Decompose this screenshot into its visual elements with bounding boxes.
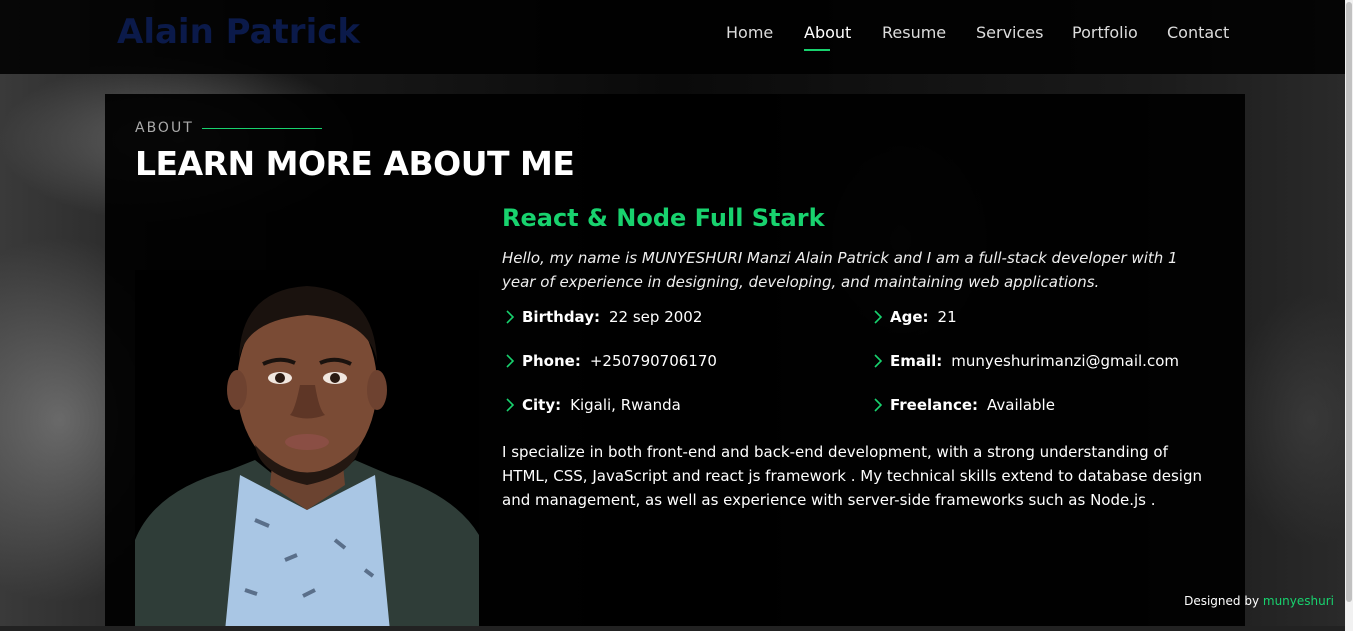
fact-value: +250790706170 xyxy=(589,352,717,370)
fact-value: Available xyxy=(987,396,1055,414)
fact-label: Freelance: xyxy=(890,396,979,414)
section-title: LEARN MORE ABOUT ME xyxy=(135,144,575,183)
nav-contact[interactable]: Contact xyxy=(1167,23,1229,42)
about-content: React & Node Full Stark Hello, my name i… xyxy=(502,204,1222,527)
fact-label: Birthday: xyxy=(522,308,600,326)
fact-label: Phone: xyxy=(522,352,581,370)
profile-photo xyxy=(135,270,479,631)
fact-freelance: Freelance: Available xyxy=(870,396,1055,414)
role-title: React & Node Full Stark xyxy=(502,204,825,232)
footer-credits: Designed by munyeshuri xyxy=(1184,594,1334,608)
profile-photo-illustration xyxy=(135,270,479,631)
page-scrollbar[interactable] xyxy=(1345,0,1353,631)
nav-about[interactable]: About xyxy=(804,23,852,51)
fact-age: Age: 21 xyxy=(870,308,957,326)
credits-label: Designed by xyxy=(1184,594,1260,608)
fact-birthday: Birthday: 22 sep 2002 xyxy=(502,308,702,326)
site-header: Alain Patrick Home About Resume Services… xyxy=(0,0,1345,74)
fact-label: Age: xyxy=(890,308,929,326)
active-nav-indicator xyxy=(804,49,830,51)
about-section: ABOUT LEARN MORE ABOUT ME React & Node F… xyxy=(105,94,1245,631)
nav-portfolio[interactable]: Portfolio xyxy=(1072,23,1138,42)
chevron-right-icon xyxy=(506,310,515,324)
fact-value: 21 xyxy=(937,308,957,326)
chevron-right-icon xyxy=(874,310,883,324)
fact-value: Kigali, Rwanda xyxy=(570,396,681,414)
personal-facts: Birthday: 22 sep 2002 Age: 21 Phone: +25… xyxy=(502,308,1222,440)
description-text: I specialize in both front-end and back-… xyxy=(502,443,1202,509)
chevron-right-icon xyxy=(874,398,883,412)
fact-value: 22 sep 2002 xyxy=(609,308,703,326)
page: Alain Patrick Home About Resume Services… xyxy=(0,0,1353,631)
nav-about-label: About xyxy=(804,23,852,42)
main-nav: Home About Resume Services Portfolio Con… xyxy=(0,23,1345,51)
chevron-right-icon xyxy=(506,354,515,368)
intro-text: Hello, my name is MUNYESHURI Manzi Alain… xyxy=(502,249,1178,291)
fact-phone: Phone: +250790706170 xyxy=(502,352,717,370)
nav-resume[interactable]: Resume xyxy=(882,23,946,42)
background-decoration xyxy=(20,200,58,328)
bottom-edge xyxy=(0,626,1345,631)
nav-home[interactable]: Home xyxy=(726,23,773,42)
fact-label: Email: xyxy=(890,352,943,370)
fact-value: munyeshurimanzi@gmail.com xyxy=(951,352,1179,370)
chevron-right-icon xyxy=(874,354,883,368)
section-label: ABOUT xyxy=(135,120,194,136)
fact-label: City: xyxy=(522,396,562,414)
nav-services[interactable]: Services xyxy=(976,23,1043,42)
scrollbar-thumb[interactable] xyxy=(1346,2,1352,602)
chevron-right-icon xyxy=(506,398,515,412)
credits-author-link[interactable]: munyeshuri xyxy=(1263,594,1334,608)
section-label-divider xyxy=(202,128,322,129)
fact-city: City: Kigali, Rwanda xyxy=(502,396,681,414)
fact-email: Email: munyeshurimanzi@gmail.com xyxy=(870,352,1179,370)
